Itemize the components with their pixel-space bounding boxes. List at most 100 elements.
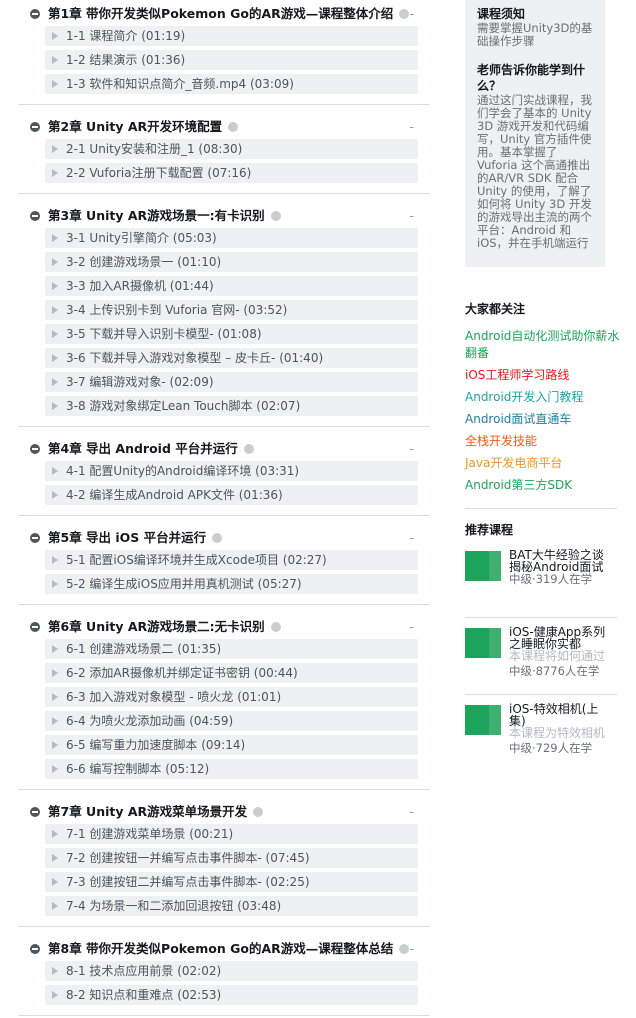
chapter-header[interactable]: 第2章 Unity AR开发环境配置 -	[18, 115, 430, 139]
dash-icon: -	[409, 619, 414, 634]
lesson-item[interactable]: 5-1 配置iOS编译环境并生成Xcode项目 (02:27)	[45, 550, 418, 570]
tag-link[interactable]: Android面试直通车	[465, 411, 625, 428]
lesson-item[interactable]: 5-2 编译生成iOS应用并用真机测试 (05:27)	[45, 574, 418, 594]
info-icon[interactable]	[270, 622, 281, 632]
lesson-item[interactable]: 6-1 创建游戏场景二 (01:35)	[45, 639, 418, 659]
collapse-icon[interactable]	[30, 9, 40, 19]
lesson-item[interactable]: 6-6 编写控制脚本 (05:12)	[45, 759, 418, 779]
divider	[465, 508, 617, 509]
chapter-header[interactable]: 第6章 Unity AR游戏场景二:无卡识别 -	[18, 615, 430, 639]
lesson-item[interactable]: 8-1 技术点应用前景 (02:02)	[45, 961, 418, 981]
dash-icon: -	[409, 530, 414, 545]
chapter-header[interactable]: 第4章 导出 Android 平台并运行 -	[18, 437, 430, 461]
lesson-item[interactable]: 3-2 创建游戏场景一 (01:10)	[45, 252, 418, 272]
lesson-item[interactable]: 4-2 编译生成Android APK文件 (01:36)	[45, 485, 418, 505]
collapse-icon[interactable]	[30, 211, 40, 221]
chapter-1: 第1章 带你开发类似Pokemon Go的AR游戏—课程整体介绍 -1-1 课程简…	[18, 0, 430, 105]
tag-link[interactable]: Android自动化测试助你薪水翻番	[465, 328, 625, 362]
course-description: 本课程为特效相机课程第一部	[509, 727, 606, 739]
course-thumbnail[interactable]	[465, 628, 501, 658]
recommended-course[interactable]: BAT大牛经验之谈揭秘Android面试 中级·319人在学	[465, 549, 625, 611]
info-icon[interactable]	[253, 807, 264, 817]
lesson-item[interactable]: 1-2 结果演示 (01:36)	[45, 50, 418, 70]
lesson-item[interactable]: 2-2 Vuforia注册下载配置 (07:16)	[45, 163, 418, 183]
info-icon[interactable]	[399, 944, 410, 954]
dash-icon: -	[409, 941, 414, 956]
collapse-icon[interactable]	[30, 622, 40, 632]
lesson-item[interactable]: 3-8 游戏对象绑定Lean Touch脚本 (02:07)	[45, 396, 418, 416]
lesson-item[interactable]: 7-2 创建按钮一并编写点击事件脚本- (07:45)	[45, 848, 418, 868]
chapter-7: 第7章 Unity AR游戏菜单场景开发 - 7-1 创建游戏菜单场景 (00:21…	[18, 790, 430, 927]
chapter-header[interactable]: 第7章 Unity AR游戏菜单场景开发 -	[18, 800, 430, 824]
lesson-item[interactable]: 3-3 加入AR摄像机 (01:44)	[45, 276, 418, 296]
chapter-title: 第3章 Unity AR游戏场景一:有卡识别	[48, 208, 265, 223]
lesson-item[interactable]: 6-3 加入游戏对象模型 - 喷火龙 (01:01)	[45, 687, 418, 707]
course-thumbnail[interactable]	[465, 551, 501, 581]
course-name[interactable]: iOS-特效相机(上集)	[509, 703, 609, 729]
chapter-title: 第5章 导出 iOS 平台并运行	[48, 530, 207, 545]
course-meta: 中级·8776人在学	[509, 664, 600, 678]
chapter-header[interactable]: 第8章 带你开发类似Pokemon Go的AR游戏—课程整体总结 -	[18, 937, 430, 961]
lesson-item[interactable]: 2-1 Unity安装和注册_1 (08:30)	[45, 139, 418, 159]
chapter-header[interactable]: 第1章 带你开发类似Pokemon Go的AR游戏—课程整体介绍 -	[18, 2, 430, 26]
tag-link[interactable]: Java开发电商平台	[465, 455, 625, 472]
learn-title: 老师告诉你能学到什么？	[477, 63, 586, 93]
chapter-4: 第4章 导出 Android 平台并运行 - 4-1 配置Unity的Android…	[18, 427, 430, 516]
dash-icon: -	[409, 804, 414, 819]
collapse-icon[interactable]	[30, 807, 40, 817]
recommended-course[interactable]: iOS-特效相机(上集)本课程为特效相机课程第一部中级·729人在学	[465, 703, 625, 765]
chapter-3: 第3章 Unity AR游戏场景一:有卡识别 - 3-1 Unity引擎简介 (05…	[18, 194, 430, 427]
lesson-item[interactable]: 3-4 上传识别卡到 Vuforia 官网- (03:52)	[45, 300, 418, 320]
follow-section: 大家都关注 Android自动化测试助你薪水翻番 iOS工程师学习路线 Androi…	[465, 300, 625, 494]
collapse-icon[interactable]	[30, 533, 40, 543]
info-icon[interactable]	[212, 533, 223, 543]
chapter-list: 第1章 带你开发类似Pokemon Go的AR游戏—课程整体介绍 -1-1 课程简…	[18, 0, 430, 1016]
dash-icon: -	[409, 6, 414, 21]
chapter-header[interactable]: 第3章 Unity AR游戏场景一:有卡识别 -	[18, 204, 430, 228]
chapter-8: 第8章 带你开发类似Pokemon Go的AR游戏—课程整体总结 -8-1 技术点…	[18, 927, 430, 1016]
collapse-icon[interactable]	[30, 122, 40, 132]
lesson-item[interactable]: 3-6 下载并导入游戏对象模型 – 皮卡丘- (01:40)	[45, 348, 418, 368]
collapse-icon[interactable]	[30, 944, 40, 954]
course-notice-box: 课程须知 需要掌握Unity3D的基础操作步骤 老师告诉你能学到什么？ 通过这门…	[465, 0, 605, 267]
follow-title: 大家都关注	[465, 302, 526, 316]
lesson-item[interactable]: 6-5 编写重力加速度脚本 (09:14)	[45, 735, 418, 755]
info-icon[interactable]	[243, 444, 254, 454]
lesson-item[interactable]: 3-7 编辑游戏对象- (02:09)	[45, 372, 418, 392]
lesson-item[interactable]: 7-4 为场景一和二添加回退按钮 (03:48)	[45, 896, 418, 916]
tag-link[interactable]: iOS工程师学习路线	[465, 367, 625, 384]
chapter-5: 第5章 导出 iOS 平台并运行 - 5-1 配置iOS编译环境并生成Xcode项目…	[18, 516, 430, 605]
lesson-item[interactable]: 6-4 为喷火龙添加动画 (04:59)	[45, 711, 418, 731]
course-name[interactable]: iOS-健康App系列之睡眠你实都	[509, 626, 609, 652]
chapter-title: 第7章 Unity AR游戏菜单场景开发	[48, 804, 248, 819]
info-icon[interactable]	[270, 211, 281, 221]
lesson-item[interactable]: 7-3 创建按钮二并编写点击事件脚本- (02:25)	[45, 872, 418, 892]
collapse-icon[interactable]	[30, 444, 40, 454]
lesson-item[interactable]: 3-5 下载并导入识别卡模型- (01:08)	[45, 324, 418, 344]
lesson-item[interactable]: 7-1 创建游戏菜单场景 (00:21)	[45, 824, 418, 844]
info-icon[interactable]	[228, 122, 239, 132]
dash-icon: -	[409, 119, 414, 134]
tag-link[interactable]: 全栈开发技能	[465, 433, 625, 450]
info-icon[interactable]	[399, 9, 410, 19]
divider	[465, 694, 617, 695]
lesson-item[interactable]: 4-1 配置Unity的Android编译环境 (03:31)	[45, 461, 418, 481]
divider	[465, 617, 617, 618]
chapter-header[interactable]: 第5章 导出 iOS 平台并运行 -	[18, 526, 430, 550]
chapter-title: 第2章 Unity AR开发环境配置	[48, 119, 223, 134]
tag-link[interactable]: Android第三方SDK	[465, 477, 625, 494]
tag-link[interactable]: Android开发入门教程	[465, 389, 625, 406]
course-thumbnail[interactable]	[465, 705, 501, 735]
lesson-item[interactable]: 8-2 知识点和重难点 (02:53)	[45, 985, 418, 1005]
lesson-item[interactable]: 1-1 课程简介 (01:19)	[45, 26, 418, 46]
recommend-title: 推荐课程	[465, 523, 514, 537]
lesson-item[interactable]: 1-3 软件和知识点简介_音频.mp4 (03:09)	[45, 74, 418, 94]
prereq-text: 需要掌握Unity3D的基础操作步骤	[477, 21, 593, 48]
chapter-title: 第8章 带你开发类似Pokemon Go的AR游戏—课程整体总结	[48, 941, 394, 956]
dash-icon: -	[409, 441, 414, 456]
dash-icon: -	[409, 208, 414, 223]
course-description: 本课程将如何通过苹果Health	[509, 650, 606, 662]
lesson-item[interactable]: 3-1 Unity引擎简介 (05:03)	[45, 228, 418, 248]
lesson-item[interactable]: 6-2 添加AR摄像机并绑定证书密钥 (00:44)	[45, 663, 418, 683]
recommended-course[interactable]: iOS-健康App系列之睡眠你实都本课程将如何通过苹果Health 中级·8776…	[465, 626, 625, 688]
